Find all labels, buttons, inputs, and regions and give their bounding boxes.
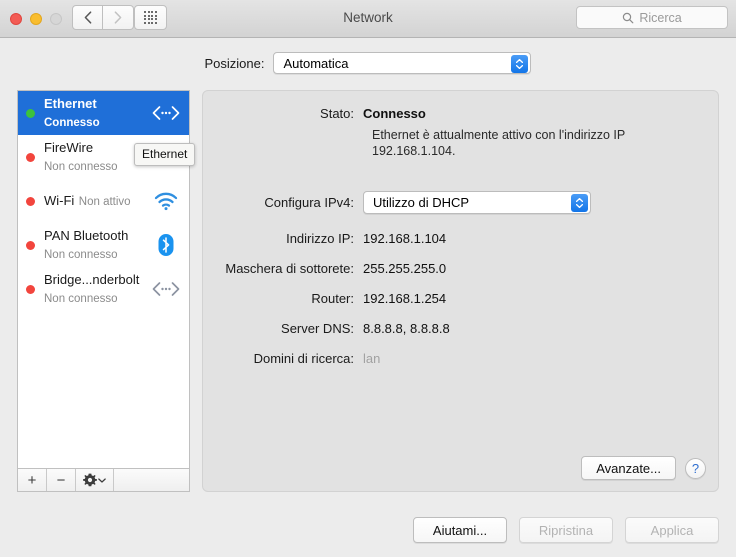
chevron-up-icon <box>516 59 524 63</box>
service-name: Ethernet <box>44 96 97 111</box>
chevron-up-icon <box>576 198 583 202</box>
status-indicator-icon <box>26 240 35 250</box>
configure-ipv4-label: Configura IPv4: <box>264 195 354 210</box>
ip-address-label: Indirizzo IP: <box>286 231 354 246</box>
advanced-button[interactable]: Avanzate... <box>581 456 676 480</box>
status-indicator-icon <box>26 108 35 118</box>
location-row: Posizione: Automatica <box>0 52 736 74</box>
ethernet-icon <box>149 105 183 121</box>
router-value: 192.168.1.254 <box>363 291 447 306</box>
status-row: Stato: Connesso <box>203 106 718 121</box>
router-label: Router: <box>311 291 354 306</box>
dns-server-row: Server DNS: 8.8.8.8, 8.8.8.8 <box>203 321 718 336</box>
subnet-mask-row: Maschera di sottorete: 255.255.255.0 <box>203 261 718 276</box>
location-stepper-arrows[interactable] <box>511 55 529 73</box>
sidebar-item-pan-bluetooth[interactable]: PAN Bluetooth Non connesso <box>18 223 189 267</box>
help-button[interactable]: ? <box>685 457 706 479</box>
chevron-down-icon <box>516 65 524 69</box>
ip-address-row: Indirizzo IP: 192.168.1.104 <box>203 231 718 246</box>
service-text: Wi-Fi Non attivo <box>44 192 149 210</box>
service-text: Ethernet Connesso <box>44 95 149 131</box>
add-service-button[interactable]: + <box>18 469 47 491</box>
window-footer-buttons: Aiutami... Ripristina Applica <box>0 517 736 543</box>
search-domains-value: lan <box>363 351 381 366</box>
services-action-menu-button[interactable] <box>76 469 114 491</box>
thunderbolt-bridge-icon <box>149 281 183 297</box>
configure-ipv4-row: Configura IPv4: Utilizzo di DHCP <box>203 191 718 214</box>
subnet-mask-label: Maschera di sottorete: <box>225 261 354 276</box>
panel-action-buttons: Avanzate... ? <box>581 456 706 480</box>
status-indicator-icon <box>26 152 35 162</box>
ip-address-value: 192.168.1.104 <box>363 231 447 246</box>
service-text: PAN Bluetooth Non connesso <box>44 227 149 263</box>
search-domains-row: Domini di ricerca: lan <box>203 351 718 366</box>
chevron-down-icon <box>98 477 106 483</box>
service-name: PAN Bluetooth <box>44 228 129 243</box>
service-state: Non connesso <box>44 161 118 173</box>
remove-service-button[interactable]: − <box>47 469 76 491</box>
sidebar-item-bridge-thunderbolt[interactable]: Bridge...nderbolt Non connesso <box>18 267 189 311</box>
bluetooth-icon <box>149 233 183 257</box>
status-value: Connesso <box>363 106 426 121</box>
revert-button: Ripristina <box>519 517 613 543</box>
add-service-label: + <box>27 471 37 489</box>
service-state: Non connesso <box>44 293 118 305</box>
ipv4-stepper-arrows[interactable] <box>571 194 588 212</box>
service-text: Bridge...nderbolt Non connesso <box>44 271 149 307</box>
dns-server-value: 8.8.8.8, 8.8.8.8 <box>363 321 450 336</box>
help-me-button[interactable]: Aiutami... <box>413 517 507 543</box>
wifi-icon <box>149 191 183 211</box>
sidebar-item-wifi[interactable]: Wi-Fi Non attivo <box>18 179 189 223</box>
sidebar-item-ethernet[interactable]: Ethernet Connesso <box>18 91 189 135</box>
configure-ipv4-select[interactable]: Utilizzo di DHCP <box>363 191 591 214</box>
service-name: Bridge...nderbolt <box>44 272 140 287</box>
status-indicator-icon <box>26 284 35 294</box>
service-state: Non attivo <box>78 196 131 208</box>
service-name: FireWire <box>44 140 94 155</box>
search-placeholder: Ricerca <box>639 10 682 25</box>
apply-button: Applica <box>625 517 719 543</box>
search-input[interactable]: Ricerca <box>576 6 728 29</box>
ethernet-tooltip: Ethernet <box>134 143 196 166</box>
remove-service-label: − <box>56 471 66 489</box>
service-state: Connesso <box>44 117 100 129</box>
status-description: Ethernet è attualmente attivo con l'indi… <box>372 128 625 158</box>
status-label: Stato: <box>320 106 354 121</box>
location-label: Posizione: <box>204 55 265 71</box>
service-state: Non connesso <box>44 249 118 261</box>
configure-ipv4-value: Utilizzo di DHCP <box>373 195 470 210</box>
search-domains-label: Domini di ricerca: <box>253 351 354 366</box>
dns-server-label: Server DNS: <box>281 321 354 336</box>
services-list-toolbar: + − <box>17 468 190 492</box>
subnet-mask-value: 255.255.255.0 <box>363 261 447 276</box>
service-name: Wi-Fi <box>44 193 75 208</box>
status-indicator-icon <box>26 196 35 206</box>
router-row: Router: 192.168.1.254 <box>203 291 718 306</box>
location-selected-value: Automatica <box>283 55 349 71</box>
network-detail-panel: Stato: Connesso Ethernet è attualmente a… <box>202 90 719 492</box>
search-icon <box>623 12 634 23</box>
location-select[interactable]: Automatica <box>273 52 532 74</box>
chevron-down-icon <box>576 204 583 208</box>
gear-icon <box>83 473 97 487</box>
window-titlebar: Network Ricerca <box>0 0 736 38</box>
toolbar-filler <box>114 469 189 491</box>
